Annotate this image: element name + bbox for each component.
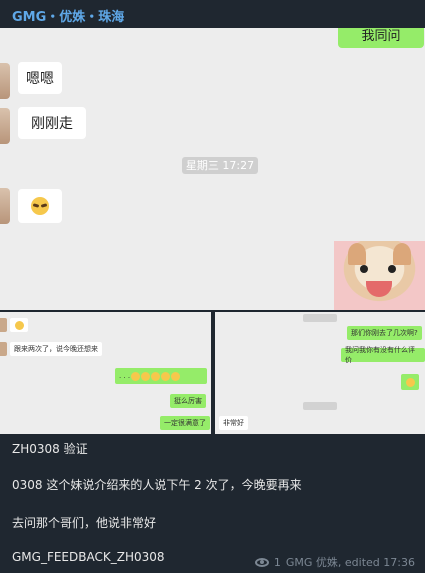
view-count: 1 xyxy=(273,555,281,569)
chat-timestamp: 星期三 17:27 xyxy=(182,157,258,174)
chat-bubble-left: 跟来两次了，说今晚还想来 xyxy=(10,342,102,356)
chat-bubble-text: 跟来两次了，说今晚还想来 xyxy=(14,345,98,353)
chat-bubble-text: 刚刚走 xyxy=(31,116,73,132)
chat-bubble-text: 一定很满意了 xyxy=(164,419,206,427)
chat-bubble-right: 那们你刚去了几次啊? xyxy=(347,326,422,340)
chat-bubble-left xyxy=(10,318,28,332)
message-meta: 1 GMG 优姝, edited 17:36 xyxy=(254,554,415,570)
chat-bubble-right: 我问我你有没有什么评价 xyxy=(341,346,425,364)
chat-bubble-text: 非常好 xyxy=(223,419,244,427)
avatar xyxy=(0,108,10,144)
chat-bubble-text: 我问我你有没有什么评价 xyxy=(345,346,415,364)
chat-bubble-text: 那们你刚去了几次啊? xyxy=(351,329,418,337)
caption-hashtag: GMG_FEEDBACK_ZH0308 xyxy=(12,550,165,564)
chat-bubble-right: . . . xyxy=(115,368,207,384)
chat-timestamp-chip xyxy=(303,314,337,322)
avatar xyxy=(0,342,7,356)
chat-bubble-right: 一定很满意了 xyxy=(160,416,210,430)
chat-bubble-left: 嗯嗯 xyxy=(18,62,62,94)
message-caption: ZH0308 验证 0308 这个妹说介绍来的人说下午 2 次了，今晚要再来 去… xyxy=(0,434,425,573)
caption-line: 0308 这个妹说介绍来的人说下午 2 次了，今晚要再来 xyxy=(12,478,302,492)
chat-bubble-right: 挺么厉害 xyxy=(170,394,206,408)
avatar xyxy=(0,63,10,99)
chat-screenshot-left[interactable]: 跟来两次了，说今晚还想来 . . . 挺么厉害 一定很满意了 xyxy=(0,312,211,434)
avatar xyxy=(0,188,10,224)
cool-face-emoji-icon xyxy=(31,197,49,215)
chat-bubble-text: 我同问 xyxy=(361,28,401,44)
channel-header: GMG・优姝・珠海 xyxy=(0,0,425,28)
chat-bubble-text: 嗯嗯 xyxy=(26,71,54,87)
emoji-icon xyxy=(406,377,415,387)
avatar xyxy=(0,318,7,332)
chat-bubble-right xyxy=(401,374,419,390)
chat-bubble-left: 刚刚走 xyxy=(18,107,86,139)
caption-line: ZH0308 验证 xyxy=(12,442,88,456)
chat-bubble-left xyxy=(18,189,62,223)
chat-bubble-text: 挺么厉害 xyxy=(174,397,202,405)
emoji-icon xyxy=(15,320,24,330)
chat-bubble-text: . . . xyxy=(119,372,131,380)
eye-icon xyxy=(254,557,269,567)
chat-bubble-left: 非常好 xyxy=(219,416,248,430)
chat-timestamp-chip xyxy=(303,402,337,410)
author-edited: GMG 优姝, edited 17:36 xyxy=(285,556,415,569)
chat-bubble-right: 我同问 xyxy=(338,28,424,48)
chat-screenshot-main[interactable]: 我同问 嗯嗯 刚刚走 星期三 17:27 xyxy=(0,28,425,310)
channel-title[interactable]: GMG・优姝・珠海 xyxy=(12,6,124,25)
shiba-dog-sticker[interactable] xyxy=(334,241,425,310)
caption-line: 去问那个哥们，他说非常好 xyxy=(12,516,157,530)
chat-screenshot-right[interactable]: 那们你刚去了几次啊? 我问我你有没有什么评价 非常好 xyxy=(215,312,425,434)
